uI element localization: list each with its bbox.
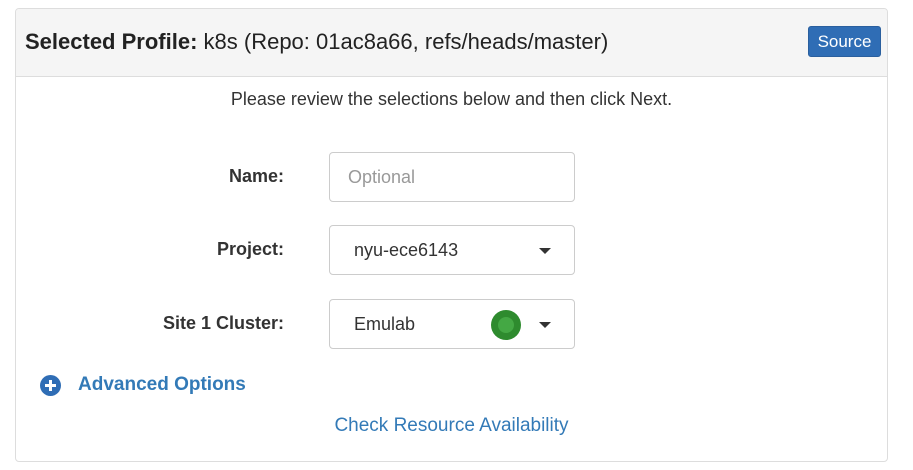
profile-info: k8s (Repo: 01ac8a66, refs/heads/master) xyxy=(203,29,609,54)
chevron-down-icon xyxy=(539,322,551,328)
project-label: Project: xyxy=(216,239,284,259)
source-button[interactable]: Source xyxy=(808,26,881,57)
profile-panel: Selected Profile: k8s (Repo: 01ac8a66, r… xyxy=(15,8,888,462)
name-field-wrapper xyxy=(329,152,575,202)
advanced-options-link[interactable]: Advanced Options xyxy=(78,374,246,396)
name-label: Name: xyxy=(228,166,284,186)
project-select[interactable]: nyu-ece6143 xyxy=(329,225,575,275)
plus-circle-icon[interactable] xyxy=(40,375,61,396)
cluster-label: Site 1 Cluster: xyxy=(162,313,284,333)
panel-heading: Selected Profile: k8s (Repo: 01ac8a66, r… xyxy=(16,9,887,77)
cluster-select[interactable]: Emulab xyxy=(329,299,575,349)
selected-profile-label: Selected Profile: xyxy=(25,29,198,54)
cluster-select-value: Emulab xyxy=(354,314,416,334)
check-resource-availability-link[interactable]: Check Resource Availability xyxy=(16,415,887,437)
selected-profile-title: Selected Profile: k8s (Repo: 01ac8a66, r… xyxy=(25,29,608,55)
project-select-value: nyu-ece6143 xyxy=(354,240,459,260)
instructions-text: Please review the selections below and t… xyxy=(230,89,673,109)
chevron-down-icon xyxy=(539,248,551,254)
name-input[interactable] xyxy=(330,153,574,201)
cluster-status-icon xyxy=(491,310,521,340)
